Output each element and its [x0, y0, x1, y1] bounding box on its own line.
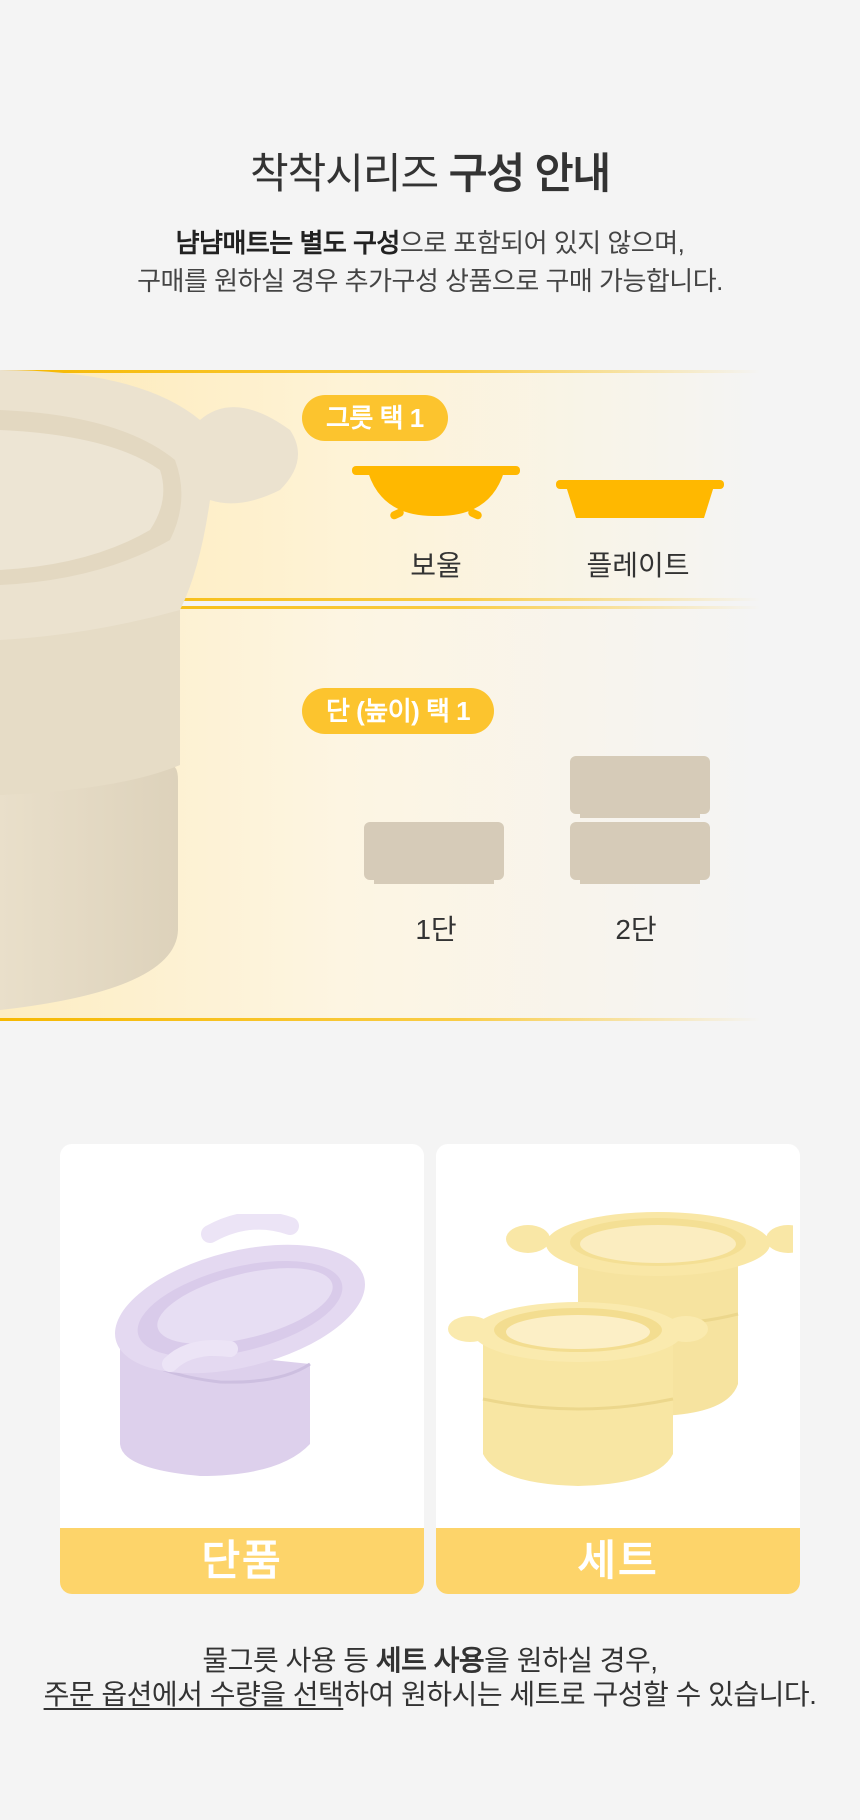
lavender-bowl-image: [115, 1214, 365, 1476]
set-card-label: 세트: [436, 1528, 800, 1594]
note-line1: 물그릇 사용 등 세트 사용을 원하실 경우,: [0, 1644, 860, 1678]
plate-icon: [556, 480, 724, 518]
note-line1-bold: 세트 사용: [375, 1645, 485, 1676]
bowl-option-label: 보울: [410, 550, 462, 581]
note-underline: 주문 옵션에서 수량을 선택: [43, 1679, 344, 1710]
yellow-bowl-set-image: [448, 1212, 793, 1486]
title-normal: 착착시리즈: [249, 150, 449, 197]
set-usage-note: 물그릇 사용 등 세트 사용을 원하실 경우, 주문 옵션에서 수량을 선택하여…: [0, 1644, 860, 1712]
tier-choice-pill: 단 (높이) 택 1: [302, 688, 495, 734]
subtitle-line1: 냠냠매트는 별도 구성으로 포함되어 있지 않으며,: [0, 224, 860, 262]
plate-option-label: 플레이트: [586, 550, 690, 581]
two-tier-label: 2단: [615, 914, 657, 945]
title-bold: 구성 안내: [448, 150, 611, 197]
stacked-bowl-illustration: [0, 370, 298, 1010]
single-product-card[interactable]: 단품: [60, 1144, 424, 1594]
note-line1-b: 을 원하실 경우,: [484, 1645, 658, 1676]
note-line2-rest: 하여 원하시는 세트로 구성할 수 있습니다.: [343, 1679, 817, 1710]
one-tier-icon: [364, 822, 504, 884]
note-line1-a: 물그릇 사용 등: [202, 1645, 376, 1676]
subtitle-line1-rest: 으로 포함되어 있지 않으며,: [399, 228, 685, 258]
two-tier-icon: [570, 756, 710, 884]
set-product-card[interactable]: 세트: [436, 1144, 800, 1594]
subtitle-line2: 구매를 원하실 경우 추가구성 상품으로 구매 가능합니다.: [137, 266, 723, 296]
page-title: 착착시리즈 구성 안내: [0, 140, 860, 201]
container-choice-pill: 그릇 택 1: [302, 395, 448, 441]
subtitle-bold: 냠냠매트는 별도 구성: [175, 228, 401, 258]
bowl-icon: [352, 466, 520, 520]
single-card-label: 단품: [60, 1528, 424, 1594]
subtitle: 냠냠매트는 별도 구성으로 포함되어 있지 않으며, 구매를 원하실 경우 추가…: [0, 224, 860, 300]
note-line2: 주문 옵션에서 수량을 선택하여 원하시는 세트로 구성할 수 있습니다.: [0, 1678, 860, 1712]
one-tier-label: 1단: [415, 914, 457, 945]
